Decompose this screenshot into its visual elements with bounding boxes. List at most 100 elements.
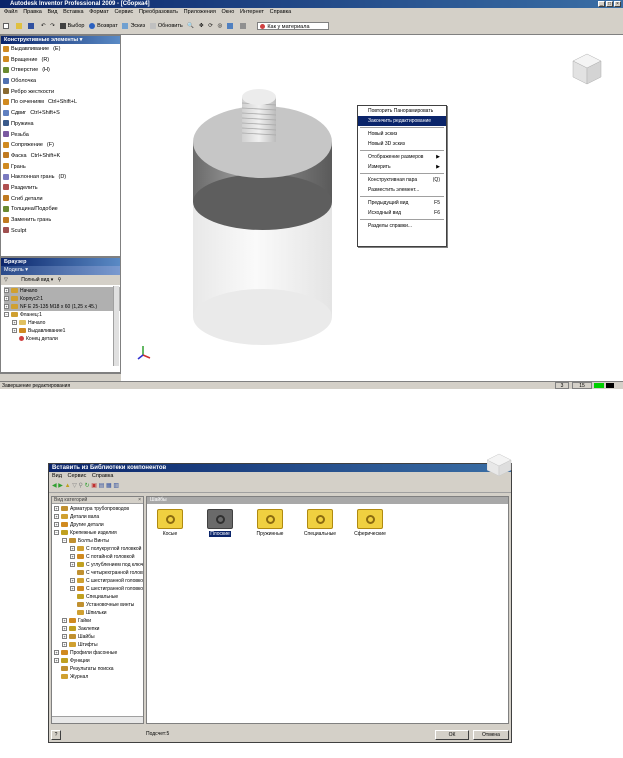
pan-icon[interactable]: ✥ — [199, 17, 204, 34]
expand-toggle-icon[interactable]: + — [62, 642, 67, 648]
category-node[interactable]: + С потайной головкой — [52, 553, 143, 561]
open-icon[interactable] — [15, 17, 24, 34]
filter-icon[interactable]: ▽ — [72, 483, 77, 489]
menu-convert[interactable]: Преобразовать — [139, 9, 178, 15]
category-node[interactable]: + Гайки — [52, 617, 143, 625]
display-mode-icon[interactable] — [226, 17, 235, 34]
library-item[interactable]: Косые — [153, 509, 187, 537]
search-icon[interactable]: ⚲ — [79, 483, 83, 489]
expand-toggle-icon[interactable]: + — [62, 626, 67, 632]
category-node[interactable]: Журнал — [52, 673, 143, 681]
context-menu-item[interactable]: Новый 3D эскиз — [358, 139, 446, 149]
context-menu-item[interactable]: Закончить редактирование — [358, 116, 446, 126]
new-icon[interactable] — [3, 17, 11, 34]
expand-toggle-icon[interactable]: + — [54, 506, 59, 512]
rotate-icon[interactable]: ⟳ — [208, 17, 213, 34]
material-select[interactable]: Как у материала — [257, 17, 330, 34]
menu-format[interactable]: Формат — [89, 9, 109, 15]
expand-toggle-icon[interactable]: + — [62, 634, 67, 640]
icons-view-icon[interactable]: ▥ — [113, 483, 119, 489]
expand-toggle-icon[interactable]: + — [54, 514, 59, 520]
sketch-button[interactable]: Эскиз — [122, 17, 145, 34]
context-menu-item[interactable]: Предыдущий вид F5 — [358, 198, 446, 208]
redo-icon[interactable]: ↷ — [50, 17, 55, 34]
expand-toggle-icon[interactable]: − — [54, 530, 59, 536]
category-node[interactable]: − Крепежные изделия — [52, 529, 143, 537]
category-node[interactable]: − Болты Винты — [52, 537, 143, 545]
back-arrow-icon[interactable]: ◀ — [52, 483, 57, 489]
category-node[interactable]: + Арматура трубопроводов — [52, 505, 143, 513]
tree-node-flange-origin[interactable]: + Начало — [4, 319, 120, 327]
close-button[interactable]: × — [614, 1, 621, 7]
feature-item[interactable]: Ребро жесткости — [1, 87, 120, 98]
tree-node-bolt[interactable]: + NF E 25-135 M18 x 60 (1,25 x 45.) — [4, 303, 120, 311]
expand-toggle-icon[interactable]: + — [70, 562, 75, 568]
context-menu-item[interactable]: Измерить ▶ — [358, 162, 446, 172]
feature-item[interactable]: Разделить — [1, 183, 120, 194]
feature-item[interactable]: Оболочка — [1, 76, 120, 87]
feature-item[interactable]: Вращение (R) — [1, 55, 120, 66]
expand-toggle-icon[interactable] — [70, 594, 75, 599]
context-menu-item[interactable]: Повторить Панорамировать — [358, 106, 446, 116]
feature-item[interactable]: Сдвиг Ctrl+Shift+S — [1, 108, 120, 119]
help-button[interactable]: ? — [51, 730, 61, 740]
forward-arrow-icon[interactable]: ▶ — [58, 483, 63, 489]
expand-toggle-icon[interactable]: + — [54, 650, 59, 656]
menu-file[interactable]: Файл — [4, 9, 18, 15]
select-button[interactable]: Выбор — [59, 17, 84, 34]
zoom-icon[interactable]: 🔍 — [187, 17, 194, 34]
context-menu-item[interactable]: Разместить элемент... — [358, 185, 446, 195]
feature-item[interactable]: Выдавливание (E) — [1, 44, 120, 55]
category-node[interactable]: + С шестигранной головкой — [52, 577, 143, 585]
tree-node-end[interactable]: Конец детали — [4, 335, 120, 343]
tree-node-body[interactable]: + Корпус2:1 — [4, 295, 120, 303]
menu-applications[interactable]: Приложения — [184, 9, 216, 15]
browser-scrollbar[interactable] — [113, 286, 119, 366]
context-menu-item[interactable]: Исходный вид F6 — [358, 208, 446, 218]
category-node[interactable]: + Штифты — [52, 641, 143, 649]
up-folder-icon[interactable]: ▲ — [65, 483, 71, 489]
category-node[interactable]: Специальные — [52, 593, 143, 601]
context-menu-item[interactable]: Новый эскиз — [358, 129, 446, 139]
category-node[interactable]: Установочные винты — [52, 601, 143, 609]
library-item[interactable]: Специальные — [303, 509, 337, 537]
dialog-menu-view[interactable]: Вид — [52, 473, 62, 479]
expand-toggle-icon[interactable]: + — [70, 554, 75, 560]
category-node[interactable]: + Профили фасонные — [52, 649, 143, 657]
expand-toggle-icon[interactable]: − — [62, 538, 67, 544]
library-item[interactable]: Пружинные — [253, 509, 287, 537]
tree-view-icon[interactable]: ▣ — [91, 483, 97, 489]
category-node[interactable]: Результаты поиска — [52, 665, 143, 673]
expand-toggle-icon[interactable]: + — [54, 522, 59, 528]
category-node[interactable]: + Заклепки — [52, 625, 143, 633]
refresh-icon[interactable]: ↻ — [85, 483, 90, 489]
expand-toggle-icon[interactable] — [70, 602, 75, 607]
context-menu-item[interactable]: Отображение размеров ▶ — [358, 152, 446, 162]
list-view-icon[interactable]: ▦ — [106, 483, 112, 489]
save-icon[interactable] — [28, 17, 36, 34]
tree-node-origin[interactable]: + Начало — [4, 287, 120, 295]
expand-toggle-icon[interactable]: + — [70, 578, 75, 584]
features-panel-header[interactable]: Конструктивные элементы ▾ — [1, 36, 120, 44]
feature-item[interactable]: Пружина — [1, 119, 120, 130]
look-at-icon[interactable]: ◎ — [218, 17, 223, 34]
category-node[interactable]: + С углублением под ключ — [52, 561, 143, 569]
menu-help[interactable]: Справка — [270, 9, 292, 15]
expand-toggle-icon[interactable]: + — [54, 658, 59, 664]
category-node[interactable]: + Другие детали — [52, 521, 143, 529]
expand-toggle-icon[interactable] — [70, 570, 75, 575]
ok-button[interactable]: ОК — [435, 730, 469, 740]
expand-toggle-icon[interactable]: + — [62, 618, 67, 624]
cancel-button[interactable]: Отмена — [473, 730, 509, 740]
maximize-button[interactable]: □ — [606, 1, 613, 7]
filter-icon[interactable]: ▽ — [4, 277, 8, 283]
library-item[interactable]: Плоские — [203, 509, 237, 537]
menu-edit[interactable]: Правка — [23, 9, 42, 15]
feature-item[interactable]: Отверстие (H) — [1, 65, 120, 76]
category-node[interactable]: С четырехгранной головкой — [52, 569, 143, 577]
tree-node-flange[interactable]: − Фланец:1 — [4, 311, 120, 319]
feature-item[interactable]: Грань — [1, 162, 120, 173]
expand-toggle-icon[interactable]: + — [70, 586, 75, 592]
expand-toggle-icon[interactable] — [54, 666, 59, 671]
category-node[interactable]: Шпильки — [52, 609, 143, 617]
